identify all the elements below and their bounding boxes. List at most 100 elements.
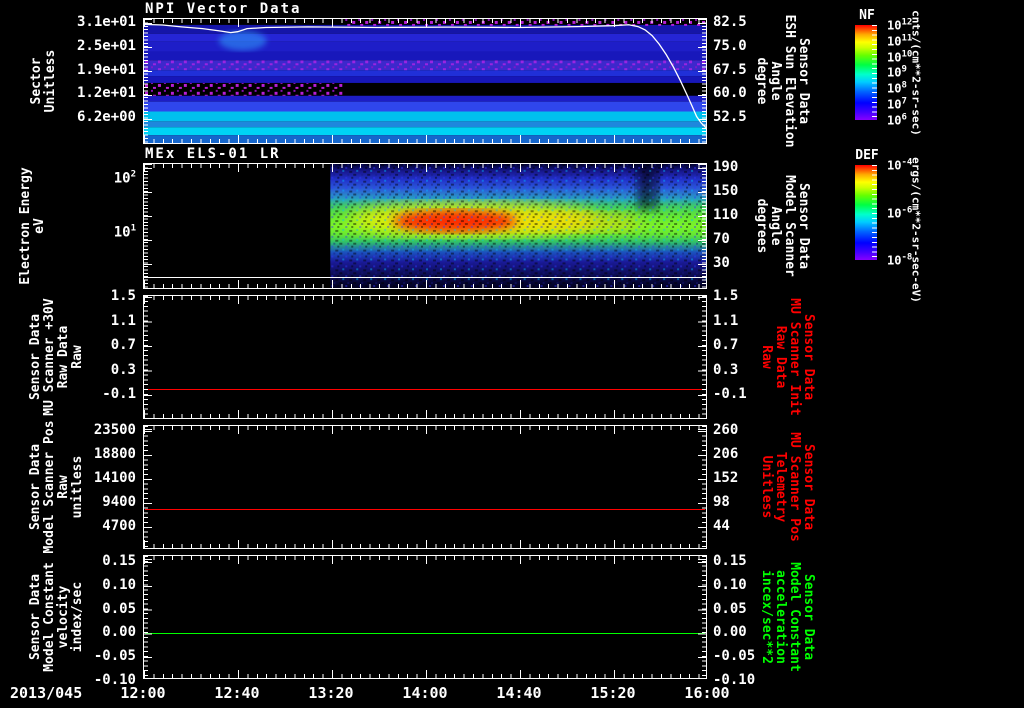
label-line: Model Scanner Pos bbox=[42, 420, 57, 554]
tick-marks bbox=[698, 426, 706, 548]
npi-left-axis-ticks: 3.1e+01 2.5e+01 1.9e+01 1.2e+01 6.2e+00 bbox=[0, 14, 140, 144]
time-tick-label: 14:00 bbox=[402, 684, 448, 702]
tick-label: 0.7 bbox=[110, 337, 136, 353]
tick-label: 1.9e+01 bbox=[76, 61, 136, 78]
tick-label: 4700 bbox=[102, 518, 136, 534]
tick-marks bbox=[872, 25, 877, 120]
tick-label: 1.5 bbox=[713, 288, 739, 304]
tick-label: 0.3 bbox=[713, 361, 739, 378]
els-yaxis-label: Electron Energy eV bbox=[18, 167, 47, 284]
date-label: 2013/045 bbox=[10, 684, 83, 702]
tick-marks bbox=[144, 164, 152, 288]
tick-label: 10-6 bbox=[887, 205, 913, 220]
tick-label: 0.05 bbox=[102, 600, 136, 617]
tick-label: 0.05 bbox=[713, 600, 747, 617]
label-line: Telemetry bbox=[773, 451, 788, 523]
tick-marks bbox=[144, 426, 706, 434]
label-line: acceleration bbox=[773, 570, 788, 664]
tick-label: 152 bbox=[713, 470, 739, 486]
label-line: Angle bbox=[768, 206, 783, 246]
model-constant-velocity-line bbox=[145, 633, 705, 635]
tick-label: 6.2e+00 bbox=[76, 109, 136, 125]
tick-marks bbox=[144, 280, 706, 288]
tick-marks bbox=[144, 164, 706, 172]
label-line: Sensor Data bbox=[28, 313, 43, 401]
tick-marks bbox=[698, 556, 706, 678]
tick-label: 52.5 bbox=[713, 109, 747, 125]
label-line: Angle bbox=[768, 61, 783, 101]
mu-scanner-30v-panel bbox=[143, 295, 707, 419]
tick-label: 70 bbox=[713, 231, 730, 247]
time-tick-label: 14:40 bbox=[496, 684, 542, 702]
scannerpos-yaxis-label: Sensor Data Model Scanner Pos Raw unitless bbox=[28, 420, 85, 554]
scanner-angle-axis-label: Sensor Data Model Scanner Angle degrees bbox=[754, 175, 811, 277]
velocity-yaxis-label: Sensor Data Model Constant velocity index/s… bbox=[28, 562, 85, 672]
label-line: Sensor Data bbox=[801, 443, 816, 531]
tick-label: 1.1 bbox=[110, 312, 136, 329]
tick-marks bbox=[698, 296, 706, 418]
mu-scanner-init-axis-label: Sensor Data MU Scanner Init Raw Data Raw bbox=[759, 298, 816, 415]
tick-label: 0.15 bbox=[713, 553, 747, 569]
model-constant-velocity-panel bbox=[143, 555, 707, 679]
label-line: Model Constant bbox=[787, 562, 802, 672]
tick-label: 260 bbox=[713, 422, 739, 438]
tick-label: 3.1e+01 bbox=[76, 14, 136, 30]
tick-marks bbox=[144, 135, 706, 143]
def-colorbar bbox=[855, 165, 877, 260]
sun-elevation-axis-label: Sensor Data ESH Sun Elevation Angle degree bbox=[754, 14, 811, 148]
def-colorbar-units: ergs/(cm**2-sr-sec-eV) bbox=[909, 157, 923, 303]
time-tick-label: 15:20 bbox=[590, 684, 636, 702]
tick-label: 0.3 bbox=[110, 361, 136, 378]
tick-label: -0.1 bbox=[713, 386, 747, 402]
tick-label: 101 bbox=[113, 223, 136, 241]
label-line: eV bbox=[32, 218, 47, 234]
label-line: Sensor Data bbox=[796, 182, 811, 270]
label-line: Raw Data bbox=[773, 325, 788, 389]
tick-label: 0.7 bbox=[713, 337, 739, 353]
tick-marks bbox=[872, 165, 877, 260]
label-line: Sensor Data bbox=[28, 573, 43, 661]
tick-marks bbox=[144, 410, 706, 418]
label-line: Sector bbox=[29, 57, 44, 105]
mu-scanner-pos-axis-label: Sensor Data MU Scanner Pos Telemetry Unitle… bbox=[759, 432, 816, 542]
time-tick-label: 12:00 bbox=[120, 684, 166, 702]
tick-label: 102 bbox=[113, 169, 136, 187]
tick-label: 0.10 bbox=[102, 576, 136, 593]
model-scanner-pos-panel bbox=[143, 425, 707, 549]
els-spectrogram-canvas bbox=[144, 164, 706, 288]
tick-marks bbox=[144, 556, 706, 564]
tick-label: 1.5 bbox=[110, 288, 136, 304]
label-line: ESH Sun Elevation bbox=[782, 14, 797, 148]
mu30v-yaxis-label: Sensor Data MU Scanner +30V Raw Data Raw bbox=[28, 298, 85, 416]
tick-label: 10-8 bbox=[887, 252, 913, 268]
label-line: Model Constant bbox=[42, 562, 57, 672]
plot-screen: NPI Vector Data MEx ELS-01 LR 3.1e+01 2.… bbox=[0, 0, 1024, 708]
tick-label: -0.05 bbox=[93, 648, 136, 665]
label-line: Sensor Data bbox=[28, 443, 43, 531]
label-line: degree bbox=[754, 57, 769, 105]
tick-label: 110 bbox=[713, 207, 739, 223]
label-line: Raw Data bbox=[56, 325, 71, 389]
tick-label: 0.10 bbox=[713, 576, 747, 593]
tick-label: -0.1 bbox=[102, 386, 136, 402]
tick-label: 190 bbox=[713, 159, 739, 175]
tick-label: 67.5 bbox=[713, 61, 747, 78]
tick-marks bbox=[144, 19, 706, 27]
label-line: Raw bbox=[759, 345, 774, 369]
axis-baseline bbox=[144, 277, 706, 278]
label-line: MU Scanner +30V bbox=[42, 298, 57, 416]
tick-label: 1.2e+01 bbox=[76, 85, 136, 102]
tick-label: -0.05 bbox=[713, 648, 756, 665]
tick-label: 10-4 bbox=[887, 157, 913, 173]
tick-marks bbox=[144, 670, 706, 678]
mu-scanner-30v-line bbox=[145, 388, 705, 390]
label-line: Sensor Data bbox=[796, 37, 811, 125]
tick-label: 0.00 bbox=[102, 624, 136, 641]
tick-label: 60.0 bbox=[713, 85, 747, 102]
npi-yaxis-label: Sector Unitless bbox=[29, 50, 58, 113]
tick-label: 18800 bbox=[93, 446, 136, 462]
label-line: Sensor Data bbox=[801, 313, 816, 401]
tick-label: 9400 bbox=[102, 494, 136, 510]
tick-label: 2.5e+01 bbox=[76, 37, 136, 54]
tick-label: 1.1 bbox=[713, 312, 739, 329]
